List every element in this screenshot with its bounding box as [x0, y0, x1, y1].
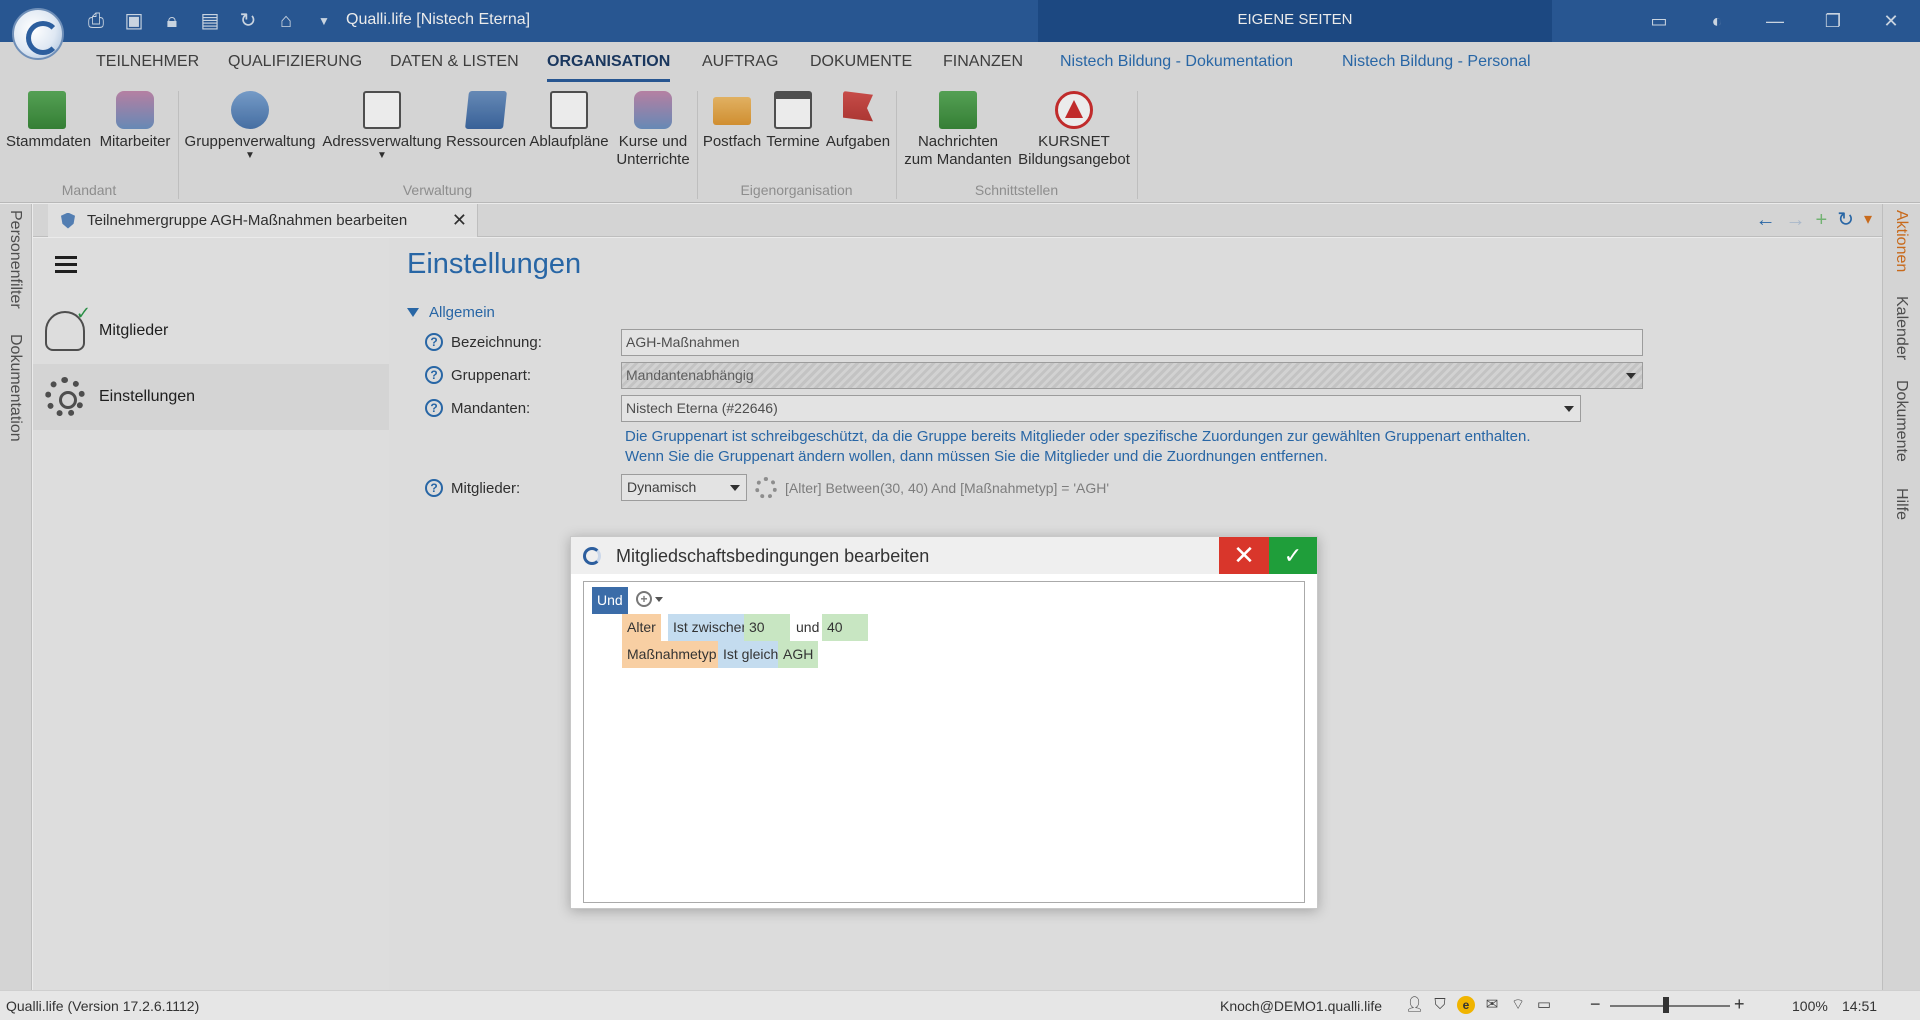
membership-conditions-dialog: Mitgliedschaftsbedingungen bearbeiten ✕ … — [570, 536, 1318, 909]
app-window: ⎙ ▣ 🔒︎ ▤ ↻ ⌂ ▼ Qualli.life [Nistech Eter… — [0, 0, 1920, 1020]
add-condition-button[interactable]: + — [636, 591, 663, 607]
zoom-slider-track[interactable] — [1610, 1005, 1730, 1007]
plus-circle-icon: + — [636, 591, 652, 607]
status-bar: Qualli.life (Version 17.2.6.1112) Knoch@… — [0, 990, 1920, 1020]
zoom-in-button[interactable]: + — [1734, 994, 1745, 1015]
app-logo-icon — [583, 547, 601, 565]
condition-value-to[interactable]: 40 — [822, 614, 868, 641]
user-account: Knoch@DEMO1.qualli.life — [1220, 998, 1383, 1014]
condition-operator[interactable]: Ist zwischen — [668, 614, 755, 641]
credits-coin-icon[interactable]: e — [1457, 996, 1475, 1014]
condition-value-from[interactable]: 30 — [744, 614, 790, 641]
filter-builder: Und + Alter Ist zwischen 30 und 40 Maßna… — [583, 581, 1305, 903]
chevron-down-icon — [655, 596, 663, 602]
zoom-slider-thumb[interactable] — [1662, 997, 1669, 1013]
clock: 14:51 — [1842, 998, 1878, 1014]
dialog-title: Mitgliedschaftsbedingungen bearbeiten — [616, 546, 930, 566]
status-icons: 👤︎ ⛉ e ✉ ⌔ ▭ — [1405, 996, 1553, 1014]
group-operator-button[interactable]: Und — [592, 587, 628, 614]
shield-check-icon[interactable]: ⛉ — [1431, 996, 1449, 1014]
app-logo-icon[interactable] — [12, 8, 64, 60]
mail-icon[interactable]: ✉ — [1483, 996, 1501, 1014]
confirm-button[interactable]: ✓ — [1269, 537, 1317, 574]
condition-field[interactable]: Maßnahmetyp — [622, 641, 722, 668]
zoom-out-button[interactable]: − — [1590, 994, 1601, 1015]
between-conjunction: und — [796, 619, 820, 635]
zoom-level: 100% — [1792, 998, 1828, 1014]
condition-field[interactable]: Alter — [622, 614, 661, 641]
wifi-icon[interactable]: ⌔ — [1509, 996, 1527, 1014]
condition-operator[interactable]: Ist gleich — [718, 641, 784, 668]
version-text: Qualli.life (Version 17.2.6.1112) — [6, 998, 200, 1014]
user-icon[interactable]: 👤︎ — [1405, 996, 1424, 1014]
condition-value[interactable]: AGH — [778, 641, 819, 668]
window-layout-icon[interactable]: ▭ — [1535, 996, 1553, 1014]
dialog-header: Mitgliedschaftsbedingungen bearbeiten ✕ … — [571, 537, 1317, 574]
cancel-button[interactable]: ✕ — [1219, 537, 1269, 574]
